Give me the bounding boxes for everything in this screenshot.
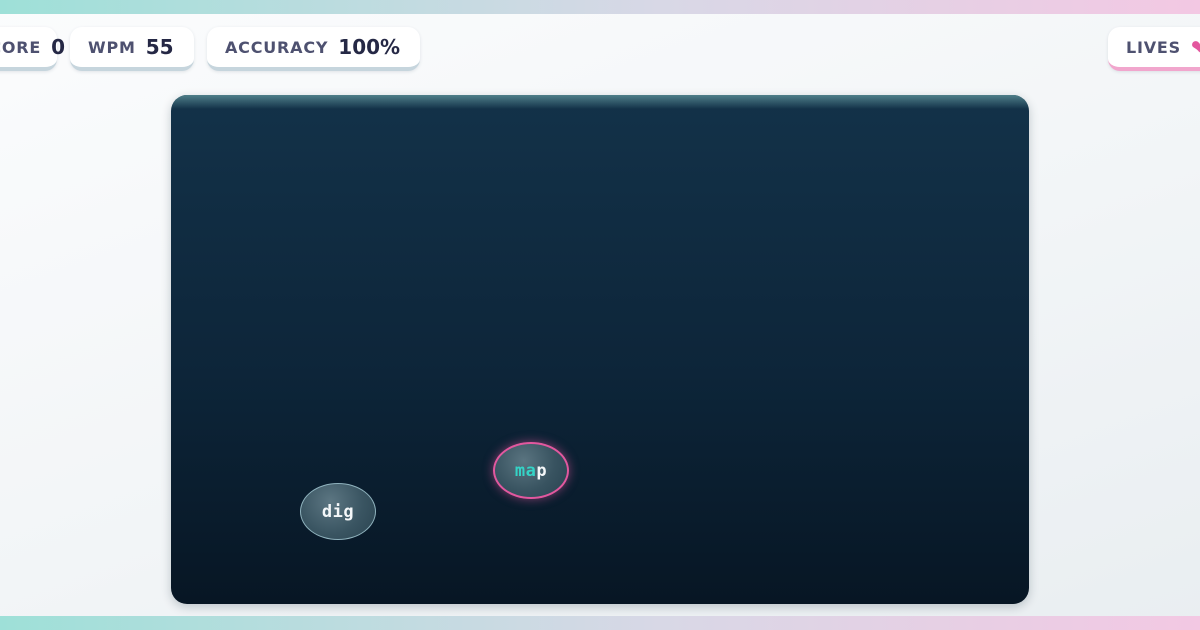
accuracy-label: ACCURACY	[225, 37, 329, 57]
bubble-remaining-text: dig	[321, 501, 355, 522]
score-value: 0	[51, 35, 66, 59]
score-stat: SCORE 0	[0, 27, 65, 71]
wpm-label: WPM	[88, 37, 136, 57]
arena-top-glow	[171, 95, 1029, 109]
lives-stat: LIVES ❤	[1108, 27, 1200, 71]
bottom-accent-bar	[0, 616, 1200, 630]
accuracy-value: 100%	[338, 35, 401, 59]
score-label: SCORE	[0, 37, 42, 57]
wpm-stat: WPM 55	[70, 27, 194, 71]
bubble-remaining-text: p	[536, 460, 548, 481]
word-bubble-map-targeted: ma p	[493, 442, 569, 499]
lives-label: LIVES	[1126, 37, 1181, 57]
bubble-typed-text: ma	[514, 460, 537, 481]
heart-icon: ❤	[1190, 35, 1200, 59]
accuracy-stat: ACCURACY 100%	[207, 27, 420, 71]
wpm-value: 55	[145, 35, 174, 59]
top-accent-bar	[0, 0, 1200, 14]
game-arena[interactable]: dig ma p	[171, 95, 1029, 604]
word-bubble-dig: dig	[300, 483, 376, 540]
